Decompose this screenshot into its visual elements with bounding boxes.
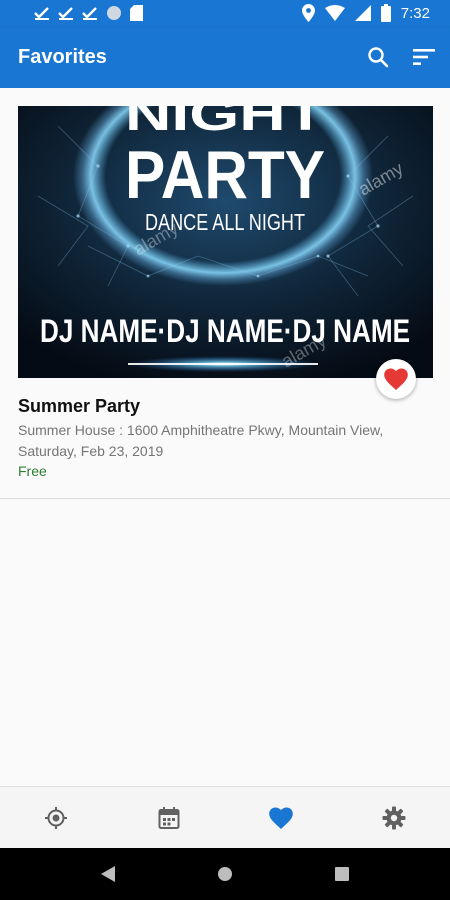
wifi-icon — [324, 5, 345, 21]
page-title: Favorites — [18, 46, 107, 68]
app-bar: Favorites — [0, 28, 450, 88]
heart-icon — [384, 368, 408, 390]
event-price: Free — [18, 463, 47, 479]
back-triangle-icon — [101, 866, 116, 882]
poster-headline: PARTY — [125, 137, 325, 213]
battery-icon — [380, 4, 391, 22]
status-bar: 7:32 — [0, 0, 450, 28]
check-icon — [58, 7, 73, 20]
system-navigation-bar — [0, 848, 450, 900]
nav-settings[interactable] — [366, 790, 422, 846]
poster-headline-top: NIGHT — [125, 106, 325, 140]
event-date: Saturday, Feb 23, 2019 — [18, 443, 164, 459]
home-circle-icon — [217, 867, 232, 881]
settings-icon — [382, 806, 406, 829]
signal-icon — [354, 5, 371, 21]
app-bar-actions — [366, 45, 436, 69]
favorite-button[interactable] — [376, 359, 416, 399]
check-icon — [82, 7, 97, 20]
nav-calendar[interactable] — [141, 790, 197, 846]
event-poster-image[interactable]: NIGHT PARTY DANCE ALL NIGHT DJ NAME·DJ N… — [18, 106, 433, 378]
search-icon — [368, 47, 389, 68]
nav-favorites[interactable] — [253, 790, 309, 846]
system-home-button[interactable] — [205, 854, 245, 894]
sd-card-icon — [130, 5, 143, 21]
system-back-button[interactable] — [88, 854, 128, 894]
status-system: 7:32 — [301, 4, 430, 22]
heart-icon — [269, 807, 294, 829]
bottom-navigation — [0, 786, 450, 848]
event-details: Summer House : 1600 Amphitheatre Pkwy, M… — [18, 420, 428, 462]
poster-lineup: DJ NAME·DJ NAME·DJ NAME — [40, 313, 410, 349]
status-notifications — [34, 5, 143, 21]
location-icon — [301, 4, 315, 22]
recents-square-icon — [334, 867, 349, 881]
search-button[interactable] — [366, 45, 390, 69]
poster-artwork: NIGHT PARTY DANCE ALL NIGHT DJ NAME·DJ N… — [18, 106, 433, 378]
status-time: 7:32 — [400, 4, 430, 22]
location-target-icon — [45, 806, 68, 829]
system-recents-button[interactable] — [322, 854, 362, 894]
nav-nearby[interactable] — [28, 790, 84, 846]
event-card[interactable]: NIGHT PARTY DANCE ALL NIGHT DJ NAME·DJ N… — [0, 88, 450, 499]
circle-icon — [107, 6, 121, 20]
calendar-icon — [158, 806, 180, 829]
sort-icon — [413, 49, 435, 65]
event-title: Summer Party — [18, 396, 141, 416]
sort-button[interactable] — [412, 45, 436, 69]
check-icon — [34, 7, 49, 20]
event-location: Summer House : 1600 Amphitheatre Pkwy, M… — [18, 422, 384, 438]
